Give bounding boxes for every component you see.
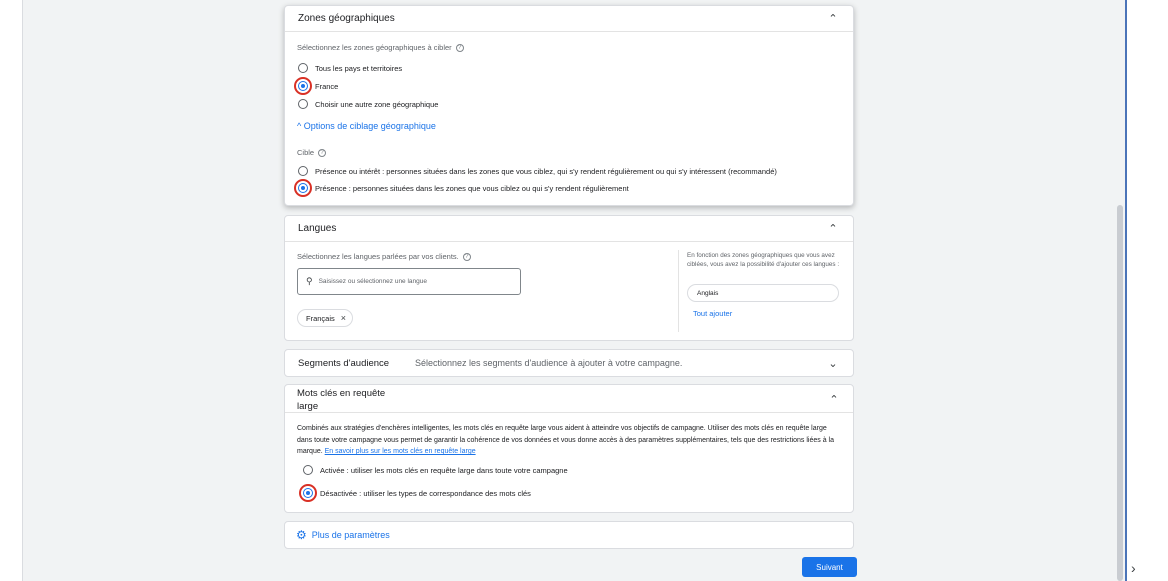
broad-match-card: Mots clés en requête large ⌃ Combinés au… bbox=[284, 384, 854, 513]
next-button-label: Suivant bbox=[816, 562, 843, 572]
broad-match-header[interactable]: Mots clés en requête large ⌃ bbox=[285, 385, 853, 413]
broad-match-title-line2: large bbox=[297, 401, 319, 412]
broad-match-title: Mots clés en requête large bbox=[297, 387, 385, 413]
geo-card: Zones géographiques ⌃ Sélectionnez les z… bbox=[284, 5, 854, 206]
chevron-up-icon[interactable]: ⌃ bbox=[826, 222, 840, 235]
more-settings-row[interactable]: ⚙ Plus de paramètres bbox=[285, 522, 853, 548]
geo-targeting-toggle-label: Options de ciblage géographique bbox=[303, 121, 436, 131]
language-search-placeholder: Saisissez ou sélectionnez une langue bbox=[318, 278, 427, 285]
option-france: France bbox=[315, 82, 339, 91]
radio-broad-on[interactable] bbox=[303, 465, 313, 475]
geo-select-label-wrap: Sélectionnez les zones géographiques à c… bbox=[297, 43, 464, 53]
languages-card: Langues ⌃ Sélectionnez les langues parlé… bbox=[284, 215, 854, 341]
option-broad-on: Activée : utiliser les mots clés en requ… bbox=[320, 466, 568, 475]
suggested-language-label: Anglais bbox=[697, 289, 719, 297]
target-label-wrap: Cible? bbox=[297, 148, 327, 158]
suggestion-divider bbox=[678, 250, 679, 332]
help-icon[interactable]: ? bbox=[462, 253, 471, 262]
chevron-up-icon: ^ bbox=[297, 121, 302, 131]
help-icon[interactable]: ? bbox=[318, 149, 327, 158]
languages-select-label: Sélectionnez les langues parlées par vos… bbox=[297, 252, 459, 261]
radio-all-countries[interactable] bbox=[298, 63, 308, 73]
chevron-up-icon[interactable]: ⌃ bbox=[827, 393, 841, 406]
radio-france[interactable] bbox=[298, 81, 308, 91]
geo-title: Zones géographiques bbox=[298, 13, 395, 24]
more-settings-label: Plus de paramètres bbox=[311, 530, 390, 540]
broad-match-learn-more[interactable]: En savoir plus sur les mots clés en requ… bbox=[325, 448, 476, 455]
scrollbar[interactable] bbox=[1117, 205, 1123, 581]
option-all-countries: Tous les pays et territoires bbox=[315, 64, 403, 73]
gear-icon: ⚙ bbox=[296, 528, 307, 542]
broad-match-title-line1: Mots clés en requête bbox=[297, 388, 386, 399]
geo-select-label: Sélectionnez les zones géographiques à c… bbox=[297, 43, 452, 52]
suggested-language-chip[interactable]: Anglais bbox=[687, 284, 839, 302]
audience-header[interactable]: Segments d'audience Sélectionnez les seg… bbox=[285, 350, 853, 376]
more-settings-card[interactable]: ⚙ Plus de paramètres bbox=[284, 521, 854, 549]
audience-summary: Sélectionnez les segments d'audience à a… bbox=[415, 358, 683, 368]
option-broad-off: Désactivée : utiliser les types de corre… bbox=[320, 489, 531, 498]
chevron-up-icon[interactable]: ⌃ bbox=[826, 12, 840, 25]
languages-suggest-text: En fonction des zones géographiques que … bbox=[687, 252, 840, 268]
radio-presence[interactable] bbox=[298, 183, 308, 193]
language-chip[interactable]: Français × bbox=[297, 309, 354, 327]
target-label: Cible bbox=[297, 148, 315, 157]
radio-other-zone[interactable] bbox=[298, 99, 308, 109]
next-button[interactable]: Suivant bbox=[802, 557, 857, 577]
languages-select-label-wrap: Sélectionnez les langues parlées par vos… bbox=[297, 252, 471, 262]
close-icon[interactable]: × bbox=[341, 313, 346, 323]
radio-presence-interest[interactable] bbox=[298, 166, 308, 176]
audience-title: Segments d'audience bbox=[298, 357, 390, 369]
languages-header[interactable]: Langues ⌃ bbox=[285, 216, 853, 242]
window-edge bbox=[1125, 0, 1127, 581]
language-chip-label: Français bbox=[306, 313, 335, 323]
language-search-input[interactable]: ⚲ Saisissez ou sélectionnez une langue bbox=[297, 268, 521, 295]
chevron-right-icon[interactable]: › bbox=[1131, 560, 1136, 576]
search-icon: ⚲ bbox=[306, 276, 313, 286]
radio-broad-off[interactable] bbox=[303, 488, 313, 498]
geo-header[interactable]: Zones géographiques ⌃ bbox=[285, 6, 853, 32]
add-all-link[interactable]: Tout ajouter bbox=[693, 309, 732, 318]
audience-card[interactable]: Segments d'audience Sélectionnez les seg… bbox=[284, 349, 854, 377]
chevron-down-icon[interactable]: ⌄ bbox=[826, 357, 840, 370]
option-presence: Présence : personnes situées dans les zo… bbox=[315, 184, 629, 193]
help-icon[interactable]: ? bbox=[455, 44, 464, 53]
geo-targeting-toggle[interactable]: ^ Options de ciblage géographique bbox=[297, 121, 436, 131]
option-presence-interest: Présence ou intérêt : personnes situées … bbox=[315, 167, 777, 176]
languages-title: Langues bbox=[298, 223, 337, 234]
option-other-zone: Choisir une autre zone géographique bbox=[315, 100, 439, 109]
broad-match-description-block: Combinés aux stratégies d'enchères intel… bbox=[297, 423, 837, 458]
